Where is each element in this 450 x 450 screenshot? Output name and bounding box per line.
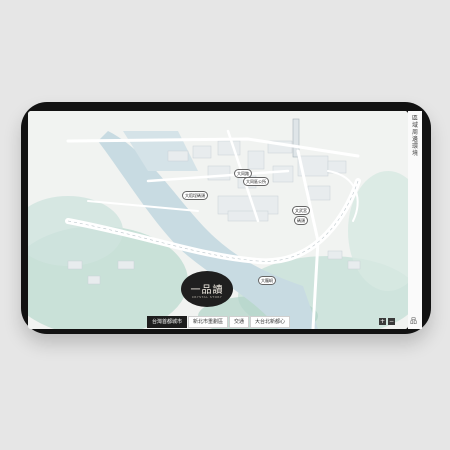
project-logo-text: 一品讀 (190, 285, 224, 296)
zoom-out-button[interactable]: − (388, 318, 395, 325)
tab-capital-city[interactable]: 台灣首都城市 (147, 316, 188, 328)
zoom-in-button[interactable]: + (379, 318, 386, 325)
map-label-wharf[interactable]: 大稻埕碼頭 (182, 191, 208, 200)
bottom-tab-bar: 台灣首都城市 新北市重劃區 交通 大台北新都心 (147, 316, 291, 328)
map-label-pier[interactable]: 碼頭 (294, 216, 308, 225)
map-label-dalongdong[interactable]: 大龍峒 (258, 276, 276, 285)
sidebar-title: 區域周邊環境 (411, 115, 418, 157)
map-label-district-office[interactable]: 大同區公所 (243, 177, 269, 186)
tab-new-city-center[interactable]: 大台北新都心 (250, 316, 291, 328)
map-label-temple[interactable]: 文武宮 (292, 206, 310, 215)
zoom-controls: + − (379, 318, 395, 325)
corner-logo: 品 (410, 317, 417, 325)
tab-new-taipei-redevelopment[interactable]: 新北市重劃區 (188, 316, 229, 328)
project-logo: 一品讀 CRYSTAL STORY (181, 271, 233, 307)
tab-transportation[interactable]: 交通 (229, 316, 250, 328)
project-logo-subtext: CRYSTAL STORY (191, 295, 223, 299)
